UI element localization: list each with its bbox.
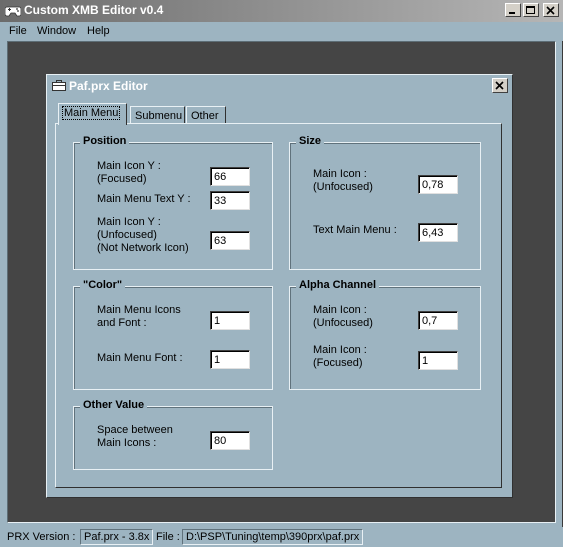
icon-y-unfocused-label: Main Icon Y : (Unfocused) (Not Network I… — [97, 216, 189, 254]
icon-y-focused-label: Main Icon Y : (Focused) — [97, 160, 161, 185]
file-path-value: D:\PSP\Tuning\temp\390prx\paf.prx — [182, 529, 364, 545]
position-group-title: Position — [80, 135, 130, 147]
menu-help[interactable]: Help — [87, 25, 110, 37]
size-main-icon-field[interactable] — [418, 175, 458, 194]
minimize-button[interactable] — [505, 3, 521, 17]
font-label: Main Menu Font : — [97, 352, 183, 364]
icon-y-unfocused-field[interactable] — [210, 231, 250, 250]
maximize-icon — [526, 6, 535, 14]
font-field[interactable] — [210, 350, 250, 369]
briefcase-icon — [52, 80, 66, 91]
tab-main-menu[interactable]: Main Menu — [58, 103, 127, 125]
text-main-menu-label: Text Main Menu : — [313, 224, 397, 236]
text-y-field[interactable] — [210, 191, 250, 210]
icon-y-focused-field[interactable] — [210, 167, 250, 186]
close-button[interactable] — [543, 3, 559, 17]
minimize-icon — [509, 12, 515, 14]
prx-version-label: PRX Version : — [7, 531, 76, 543]
child-title: Paf.prx Editor — [69, 79, 148, 93]
size-group: Size Main Icon : (Unfocused) Text Main M… — [289, 135, 481, 270]
menu-file[interactable]: File — [9, 25, 27, 37]
tab-submenu-label: Submenu — [135, 110, 183, 122]
position-group: Position Main Icon Y : (Focused) Main Me… — [73, 135, 273, 270]
color-group-title: "Color" — [80, 279, 126, 291]
text-main-menu-field[interactable] — [418, 223, 458, 242]
size-group-title: Size — [296, 135, 325, 147]
status-bar: PRX Version : Paf.prx - 3.8x File : D:\P… — [0, 527, 563, 547]
close-icon — [495, 81, 504, 90]
alpha-unfocused-field[interactable] — [418, 311, 458, 330]
tab-other-label: Other — [191, 110, 219, 122]
icons-font-label: Main Menu Icons and Font : — [97, 304, 181, 329]
app-window: Custom XMB Editor v0.4 File Window Help — [0, 0, 563, 547]
tab-main-menu-label: Main Menu — [61, 106, 121, 120]
other-group-title: Other Value — [80, 399, 148, 411]
alpha-group-title: Alpha Channel — [296, 279, 380, 291]
child-close-button[interactable] — [492, 78, 508, 93]
text-y-label: Main Menu Text Y : — [97, 193, 191, 205]
maximize-button[interactable] — [523, 3, 539, 17]
menu-window[interactable]: Window — [37, 25, 76, 37]
prx-version-value: Paf.prx - 3.8x — [80, 529, 154, 545]
file-label: File : — [156, 531, 180, 543]
window-title: Custom XMB Editor v0.4 — [24, 3, 164, 17]
spacing-field[interactable] — [210, 431, 250, 450]
alpha-focused-label: Main Icon : (Focused) — [313, 344, 367, 369]
alpha-unfocused-label: Main Icon : (Unfocused) — [313, 304, 373, 329]
alpha-channel-group: Alpha Channel Main Icon : (Unfocused) Ma… — [289, 279, 481, 390]
icons-font-field[interactable] — [210, 311, 250, 330]
spacing-label: Space between Main Icons : — [97, 424, 173, 449]
gamepad-icon — [4, 4, 22, 17]
other-value-group: Other Value Space between Main Icons : — [73, 399, 273, 470]
menu-bar: File Window Help — [0, 22, 563, 41]
close-icon — [546, 6, 555, 15]
size-main-icon-label: Main Icon : (Unfocused) — [313, 168, 373, 193]
color-group: "Color" Main Menu Icons and Font : Main … — [73, 279, 273, 390]
alpha-focused-field[interactable] — [418, 351, 458, 370]
child-title-bar[interactable]: Paf.prx Editor — [49, 77, 510, 95]
title-bar[interactable]: Custom XMB Editor v0.4 — [0, 0, 563, 22]
